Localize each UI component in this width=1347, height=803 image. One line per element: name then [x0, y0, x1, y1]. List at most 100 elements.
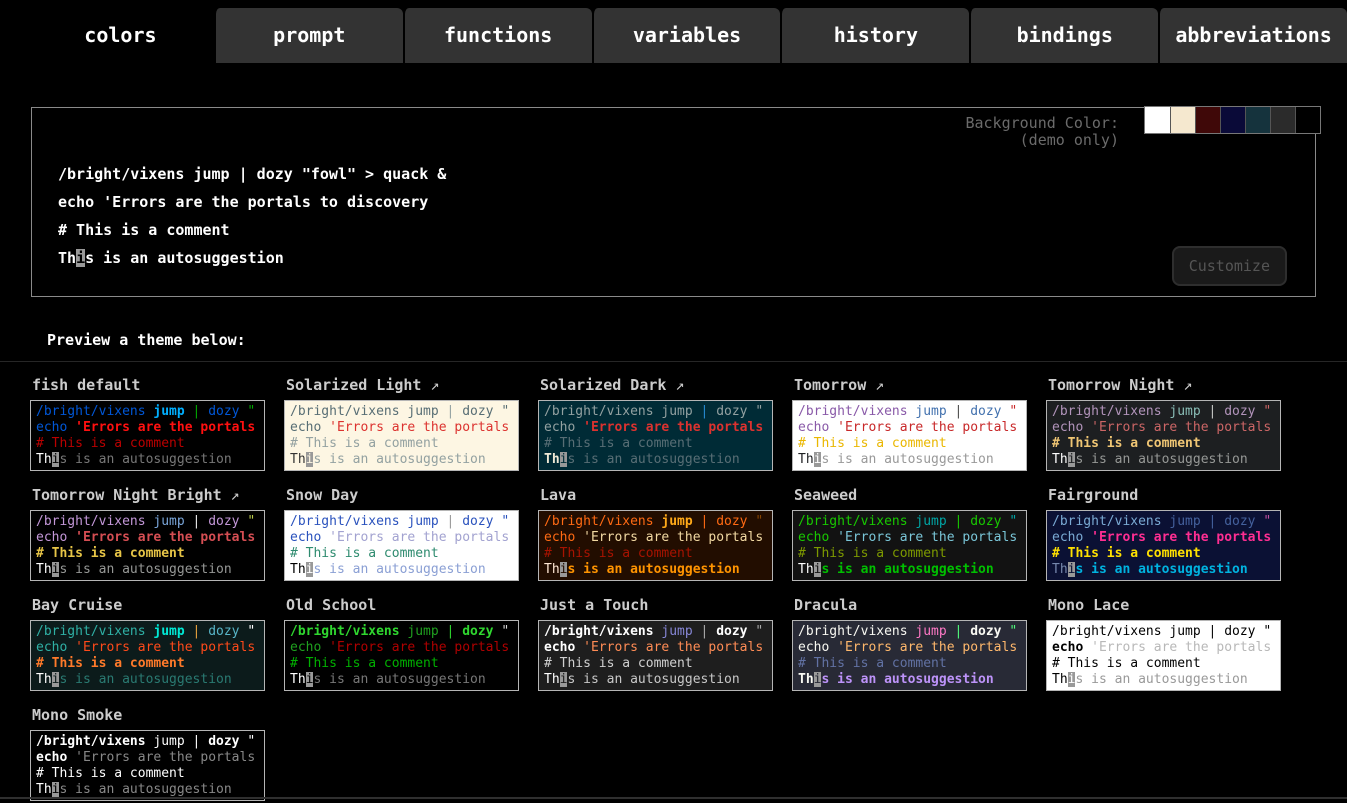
theme-preview-box[interactable]: /bright/vixens jump | dozy "echo 'Errors…: [792, 620, 1027, 691]
tab-functions[interactable]: functions: [403, 8, 592, 63]
theme-card: Dracula/bright/vixens jump | dozy "echo …: [792, 596, 1027, 691]
theme-preview-box[interactable]: /bright/vixens jump | dozy "echo 'Errors…: [1046, 400, 1281, 471]
bg-swatch-cream[interactable]: [1170, 107, 1195, 133]
terminal-line: This is an autosuggestion: [1052, 562, 1275, 578]
terminal-line: This is an autosuggestion: [1052, 672, 1275, 688]
theme-card: Solarized Dark ↗ /bright/vixens jump | do…: [538, 376, 773, 471]
terminal-line: /bright/vixens jump | dozy ": [1052, 404, 1275, 420]
terminal-line: This is an autosuggestion: [36, 562, 259, 578]
external-link-icon[interactable]: ↗: [421, 376, 439, 394]
external-link-icon[interactable]: ↗: [222, 486, 240, 504]
theme-title[interactable]: Tomorrow Night ↗: [1048, 376, 1281, 394]
tab-colors[interactable]: colors: [27, 8, 214, 63]
theme-card: fish default/bright/vixens jump | dozy "…: [30, 376, 265, 471]
theme-card: Seaweed/bright/vixens jump | dozy "echo …: [792, 486, 1027, 581]
terminal-line: This is an autosuggestion: [544, 672, 767, 688]
theme-preview-box[interactable]: /bright/vixens jump | dozy "echo 'Errors…: [284, 510, 519, 581]
theme-title[interactable]: Dracula: [794, 596, 1027, 614]
theme-title[interactable]: Just a Touch: [540, 596, 773, 614]
theme-title[interactable]: fish default: [32, 376, 265, 394]
terminal-line: echo 'Errors are the portals: [36, 640, 259, 656]
external-link-icon[interactable]: ↗: [1174, 376, 1192, 394]
terminal-line: echo 'Errors are the portals: [1052, 530, 1275, 546]
theme-preview-box[interactable]: /bright/vixens jump | dozy "echo 'Errors…: [538, 400, 773, 471]
theme-preview-box[interactable]: /bright/vixens jump | dozy "echo 'Errors…: [1046, 620, 1281, 691]
terminal-line: # This is a comment: [36, 656, 259, 672]
theme-card: Bay Cruise/bright/vixens jump | dozy "ec…: [30, 596, 265, 691]
theme-card: Just a Touch/bright/vixens jump | dozy "…: [538, 596, 773, 691]
terminal-line: echo 'Errors are the portals: [290, 640, 513, 656]
terminal-line: # This is a comment: [1052, 656, 1275, 672]
theme-title[interactable]: Solarized Dark ↗: [540, 376, 773, 394]
terminal-line: This is an autosuggestion: [290, 562, 513, 578]
theme-preview-box[interactable]: /bright/vixens jump | dozy "echo 'Errors…: [30, 400, 265, 471]
theme-title[interactable]: Old School: [286, 596, 519, 614]
bg-swatch-white[interactable]: [1145, 107, 1170, 133]
terminal-line: echo 'Errors are the portals: [1052, 420, 1275, 436]
theme-preview-box[interactable]: /bright/vixens jump | dozy "echo 'Errors…: [538, 620, 773, 691]
theme-preview-box[interactable]: /bright/vixens jump | dozy "echo 'Errors…: [538, 510, 773, 581]
bg-swatch-charcoal[interactable]: [1270, 107, 1295, 133]
terminal-line: echo 'Errors are the portals: [36, 530, 259, 546]
theme-title[interactable]: Bay Cruise: [32, 596, 265, 614]
terminal-line: /bright/vixens jump | dozy ": [798, 624, 1021, 640]
terminal-line: echo 'Errors are the portals: [798, 640, 1021, 656]
demo-terminal-text: /bright/vixens jump | dozy "fowl" > quac…: [32, 108, 1315, 272]
terminal-line: # This is a comment: [798, 656, 1021, 672]
tab-history[interactable]: history: [780, 8, 969, 63]
theme-title[interactable]: Mono Smoke: [32, 706, 265, 724]
external-link-icon[interactable]: ↗: [866, 376, 884, 394]
terminal-line: echo 'Errors are the portals: [798, 420, 1021, 436]
theme-preview-box[interactable]: /bright/vixens jump | dozy "echo 'Errors…: [30, 730, 265, 801]
customize-button[interactable]: Customize: [1172, 246, 1287, 286]
theme-preview-box[interactable]: /bright/vixens jump | dozy "echo 'Errors…: [1046, 510, 1281, 581]
tab-bindings[interactable]: bindings: [969, 8, 1158, 63]
bg-swatch-navy[interactable]: [1220, 107, 1245, 133]
theme-preview-box[interactable]: /bright/vixens jump | dozy "echo 'Errors…: [284, 620, 519, 691]
theme-card: Tomorrow Night ↗ /bright/vixens jump | do…: [1046, 376, 1281, 471]
theme-title[interactable]: Mono Lace: [1048, 596, 1281, 614]
terminal-line: # This is a comment: [36, 546, 259, 562]
terminal-line: # This is a comment: [58, 216, 1315, 244]
theme-preview-box[interactable]: /bright/vixens jump | dozy "echo 'Errors…: [792, 400, 1027, 471]
terminal-line: # This is a comment: [290, 436, 513, 452]
terminal-line: This is an autosuggestion: [36, 452, 259, 468]
theme-preview-box[interactable]: /bright/vixens jump | dozy "echo 'Errors…: [792, 510, 1027, 581]
theme-card: Tomorrow Night Bright ↗ /bright/vixens ju…: [30, 486, 265, 581]
theme-title[interactable]: Seaweed: [794, 486, 1027, 504]
terminal-line: This is an autosuggestion: [1052, 452, 1275, 468]
theme-title[interactable]: Fairground: [1048, 486, 1281, 504]
theme-title[interactable]: Solarized Light ↗: [286, 376, 519, 394]
bg-swatch-dark-teal[interactable]: [1245, 107, 1270, 133]
terminal-line: /bright/vixens jump | dozy ": [36, 734, 259, 750]
terminal-line: /bright/vixens jump | dozy ": [1052, 624, 1275, 640]
theme-preview-box[interactable]: /bright/vixens jump | dozy "echo 'Errors…: [30, 620, 265, 691]
external-link-icon[interactable]: ↗: [666, 376, 684, 394]
terminal-line: # This is a comment: [544, 656, 767, 672]
terminal-line: This is an autosuggestion: [798, 452, 1021, 468]
theme-card: Mono Lace/bright/vixens jump | dozy "ech…: [1046, 596, 1281, 691]
terminal-line: This is an autosuggestion: [290, 672, 513, 688]
tab-abbreviations[interactable]: abbreviations: [1158, 8, 1347, 63]
bg-swatch-dark-red[interactable]: [1195, 107, 1220, 133]
terminal-line: # This is a comment: [290, 546, 513, 562]
terminal-line: echo 'Errors are the portals: [544, 530, 767, 546]
theme-title[interactable]: Tomorrow Night Bright ↗: [32, 486, 265, 504]
bg-swatch-black[interactable]: [1295, 107, 1320, 133]
terminal-line: # This is a comment: [1052, 546, 1275, 562]
terminal-line: /bright/vixens jump | dozy ": [544, 624, 767, 640]
terminal-line: This is an autosuggestion: [798, 672, 1021, 688]
tab-variables[interactable]: variables: [592, 8, 781, 63]
terminal-line: echo 'Errors are the portals: [798, 530, 1021, 546]
theme-title[interactable]: Snow Day: [286, 486, 519, 504]
terminal-line: /bright/vixens jump | dozy ": [36, 404, 259, 420]
tab-prompt[interactable]: prompt: [214, 8, 403, 63]
terminal-line: /bright/vixens jump | dozy ": [36, 514, 259, 530]
theme-preview-box[interactable]: /bright/vixens jump | dozy "echo 'Errors…: [284, 400, 519, 471]
theme-title[interactable]: Lava: [540, 486, 773, 504]
theme-preview-box[interactable]: /bright/vixens jump | dozy "echo 'Errors…: [30, 510, 265, 581]
terminal-line: # This is a comment: [544, 436, 767, 452]
theme-grid: fish default/bright/vixens jump | dozy "…: [30, 376, 1347, 801]
theme-title[interactable]: Tomorrow ↗: [794, 376, 1027, 394]
terminal-line: This is an autosuggestion: [36, 672, 259, 688]
